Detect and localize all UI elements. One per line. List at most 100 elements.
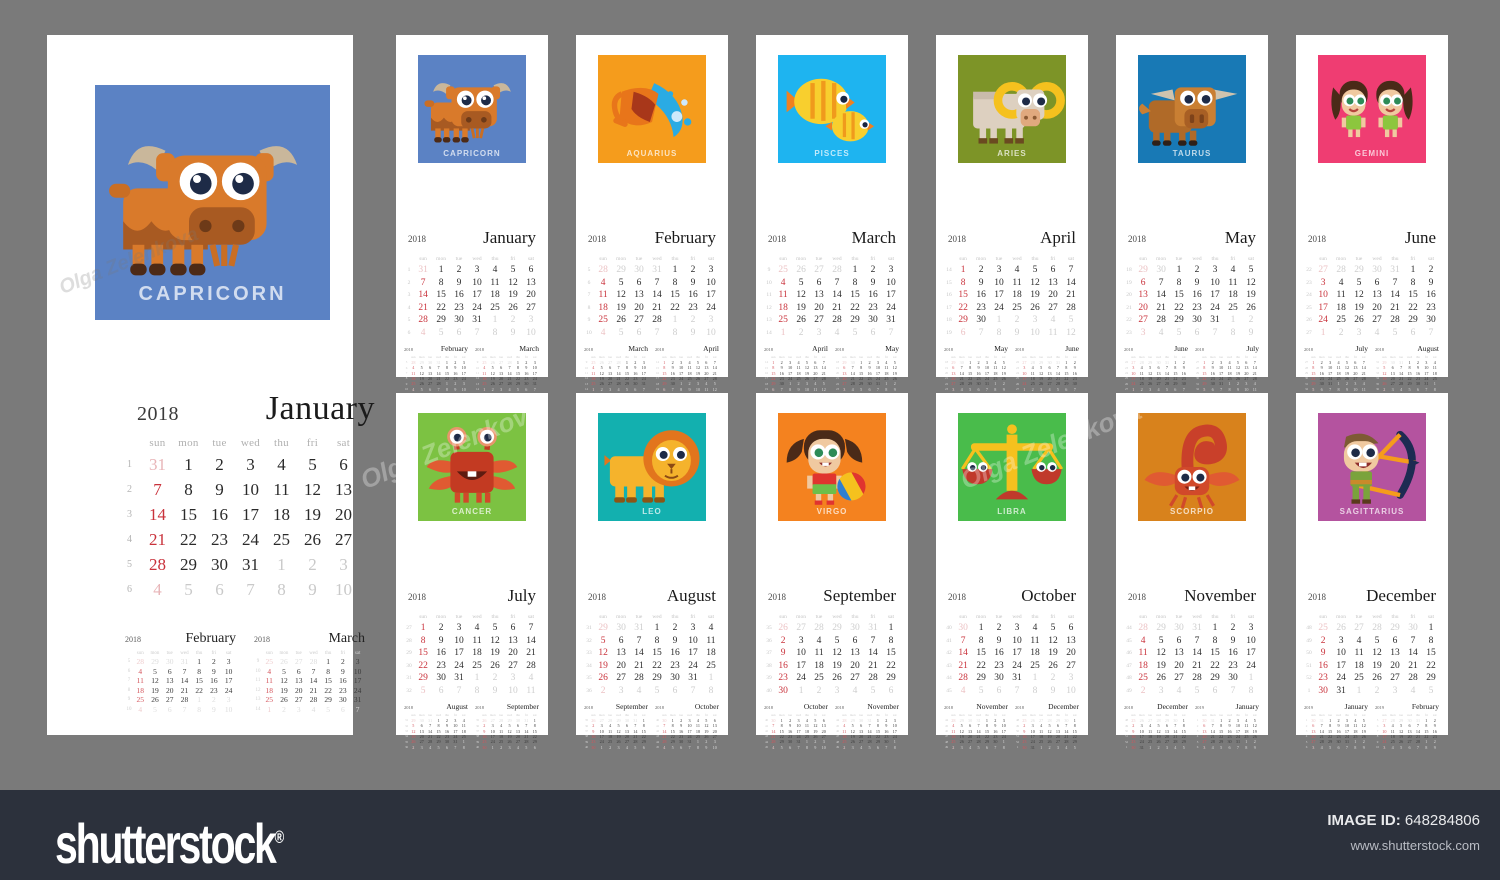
calendar-day[interactable]: 8 bbox=[666, 327, 684, 340]
calendar-day[interactable]: 27 bbox=[1350, 622, 1368, 635]
calendar-day[interactable]: 15 bbox=[954, 289, 972, 302]
calendar-day[interactable]: 18 bbox=[1134, 660, 1152, 673]
calendar-day[interactable]: 28 bbox=[1062, 302, 1080, 315]
calendar-day[interactable]: 5 bbox=[966, 387, 974, 392]
calendar-day[interactable]: 20 bbox=[846, 660, 864, 673]
calendar-day[interactable]: 8 bbox=[1404, 277, 1422, 290]
calendar-day[interactable]: 9 bbox=[864, 277, 882, 290]
calendar-day[interactable]: 8 bbox=[803, 745, 811, 750]
calendar-day[interactable]: 30 bbox=[1129, 745, 1137, 750]
calendar-day[interactable]: 8 bbox=[1225, 387, 1233, 392]
calendar-day[interactable]: 1 bbox=[1314, 327, 1332, 340]
calendar-day[interactable]: 2 bbox=[1008, 314, 1026, 327]
calendar-day[interactable]: 23 bbox=[432, 660, 450, 673]
calendar-day[interactable]: 7 bbox=[972, 327, 990, 340]
calendar-day[interactable]: 19 bbox=[612, 302, 630, 315]
calendar-day[interactable]: 13 bbox=[504, 635, 522, 648]
calendar-day[interactable]: 9 bbox=[684, 277, 702, 290]
calendar-day[interactable]: 16 bbox=[1314, 660, 1332, 673]
calendar-day[interactable]: 5 bbox=[1350, 277, 1368, 290]
calendar-day[interactable]: 3 bbox=[235, 452, 266, 477]
month-card-november[interactable]: SCORPIO 2018 November sun mon tue wed thu fri sat… bbox=[1116, 393, 1268, 750]
calendar-day[interactable]: 20 bbox=[1386, 660, 1404, 673]
calendar-day[interactable]: 5 bbox=[1309, 387, 1317, 392]
calendar-day[interactable]: 27 bbox=[1062, 660, 1080, 673]
calendar-day[interactable]: 3 bbox=[958, 745, 966, 750]
calendar-day[interactable]: 20 bbox=[1368, 302, 1386, 315]
calendar-day[interactable]: 4 bbox=[1209, 745, 1217, 750]
calendar-day[interactable]: 3 bbox=[1242, 622, 1260, 635]
calendar-day[interactable]: 5 bbox=[1405, 387, 1413, 392]
calendar-day[interactable]: 25 bbox=[1008, 302, 1026, 315]
calendar-day[interactable]: 24 bbox=[702, 302, 720, 315]
calendar-day[interactable]: 6 bbox=[504, 622, 522, 635]
calendar-day[interactable]: 1 bbox=[598, 745, 606, 750]
calendar-day[interactable]: 5 bbox=[486, 622, 504, 635]
calendar-day[interactable]: 26 bbox=[1026, 302, 1044, 315]
calendar-day[interactable]: 5 bbox=[1386, 327, 1404, 340]
calendar-day[interactable]: 28 bbox=[864, 672, 882, 685]
calendar-day[interactable]: 12 bbox=[1062, 327, 1080, 340]
calendar-day[interactable]: 1 bbox=[648, 622, 666, 635]
calendar-day[interactable]: 13 bbox=[810, 289, 828, 302]
calendar-day[interactable]: 23 bbox=[864, 302, 882, 315]
calendar-day[interactable]: 16 bbox=[204, 502, 235, 527]
calendar-day[interactable]: 27 bbox=[1314, 264, 1332, 277]
calendar-day[interactable]: 3 bbox=[1350, 327, 1368, 340]
calendar-day[interactable]: 11 bbox=[1008, 277, 1026, 290]
calendar-day[interactable]: 18 bbox=[702, 647, 720, 660]
calendar-day[interactable]: 10 bbox=[1332, 647, 1350, 660]
month-card-may[interactable]: TAURUS 2018 May sun mon tue wed thu fri sat 18 29 30… bbox=[1116, 35, 1268, 392]
calendar-day[interactable]: 7 bbox=[177, 667, 192, 677]
calendar-day[interactable]: 9 bbox=[811, 745, 819, 750]
calendar-day[interactable]: 17 bbox=[235, 502, 266, 527]
calendar-day[interactable]: 3 bbox=[418, 745, 426, 750]
calendar-day[interactable]: 31 bbox=[468, 314, 486, 327]
calendar-day[interactable]: 25 bbox=[594, 314, 612, 327]
calendar-day[interactable]: 21 bbox=[864, 660, 882, 673]
calendar-day[interactable]: 27 bbox=[1044, 302, 1062, 315]
calendar-day[interactable]: 2 bbox=[606, 745, 614, 750]
calendar-day[interactable]: 30 bbox=[1188, 314, 1206, 327]
calendar-day[interactable]: 1 bbox=[954, 264, 972, 277]
calendar-day[interactable]: 5 bbox=[594, 635, 612, 648]
calendar-day[interactable]: 21 bbox=[954, 660, 972, 673]
calendar-day[interactable]: 2 bbox=[594, 685, 612, 698]
calendar-day[interactable]: 4 bbox=[468, 622, 486, 635]
calendar-day[interactable]: 16 bbox=[774, 660, 792, 673]
calendar-day[interactable]: 29 bbox=[882, 672, 900, 685]
calendar-day[interactable]: 18 bbox=[1332, 302, 1350, 315]
calendar-day[interactable]: 8 bbox=[694, 745, 702, 750]
calendar-day[interactable]: 12 bbox=[1368, 647, 1386, 660]
calendar-day[interactable]: 31 bbox=[648, 264, 666, 277]
calendar-day[interactable]: 6 bbox=[1225, 745, 1233, 750]
calendar-day[interactable]: 27 bbox=[1134, 314, 1152, 327]
calendar-day[interactable]: 1 bbox=[192, 657, 207, 667]
month-card-february[interactable]: AQUARIUS 2018 February sun mon tue wed thu fri sa… bbox=[576, 35, 728, 392]
calendar-day[interactable]: 1 bbox=[1350, 685, 1368, 698]
calendar-day[interactable]: 24 bbox=[1206, 302, 1224, 315]
calendar-day[interactable]: 20 bbox=[1134, 302, 1152, 315]
calendar-day[interactable]: 7 bbox=[142, 477, 173, 502]
calendar-day[interactable]: 1 bbox=[321, 657, 336, 667]
calendar-day[interactable]: 11 bbox=[1350, 647, 1368, 660]
calendar-day[interactable]: 1 bbox=[666, 314, 684, 327]
calendar-day[interactable]: 13 bbox=[846, 647, 864, 660]
calendar-day[interactable]: 3 bbox=[702, 264, 720, 277]
calendar-day[interactable]: 2 bbox=[450, 264, 468, 277]
calendar-day[interactable]: 4 bbox=[133, 705, 148, 715]
calendar-day[interactable]: 3 bbox=[1152, 685, 1170, 698]
calendar-day[interactable]: 9 bbox=[297, 577, 328, 602]
calendar-day[interactable]: 28 bbox=[414, 314, 432, 327]
calendar-day[interactable]: 30 bbox=[954, 622, 972, 635]
calendar-day[interactable]: 23 bbox=[207, 686, 222, 696]
calendar-day[interactable]: 31 bbox=[630, 622, 648, 635]
calendar-day[interactable]: 7 bbox=[648, 327, 666, 340]
calendar-day[interactable]: 3 bbox=[1062, 672, 1080, 685]
calendar-day[interactable]: 7 bbox=[874, 387, 882, 392]
calendar-day[interactable]: 7 bbox=[522, 622, 540, 635]
calendar-day[interactable]: 13 bbox=[1044, 277, 1062, 290]
calendar-day[interactable]: 9 bbox=[972, 277, 990, 290]
calendar-day[interactable]: 1 bbox=[1129, 387, 1137, 392]
calendar-day[interactable]: 4 bbox=[1134, 635, 1152, 648]
